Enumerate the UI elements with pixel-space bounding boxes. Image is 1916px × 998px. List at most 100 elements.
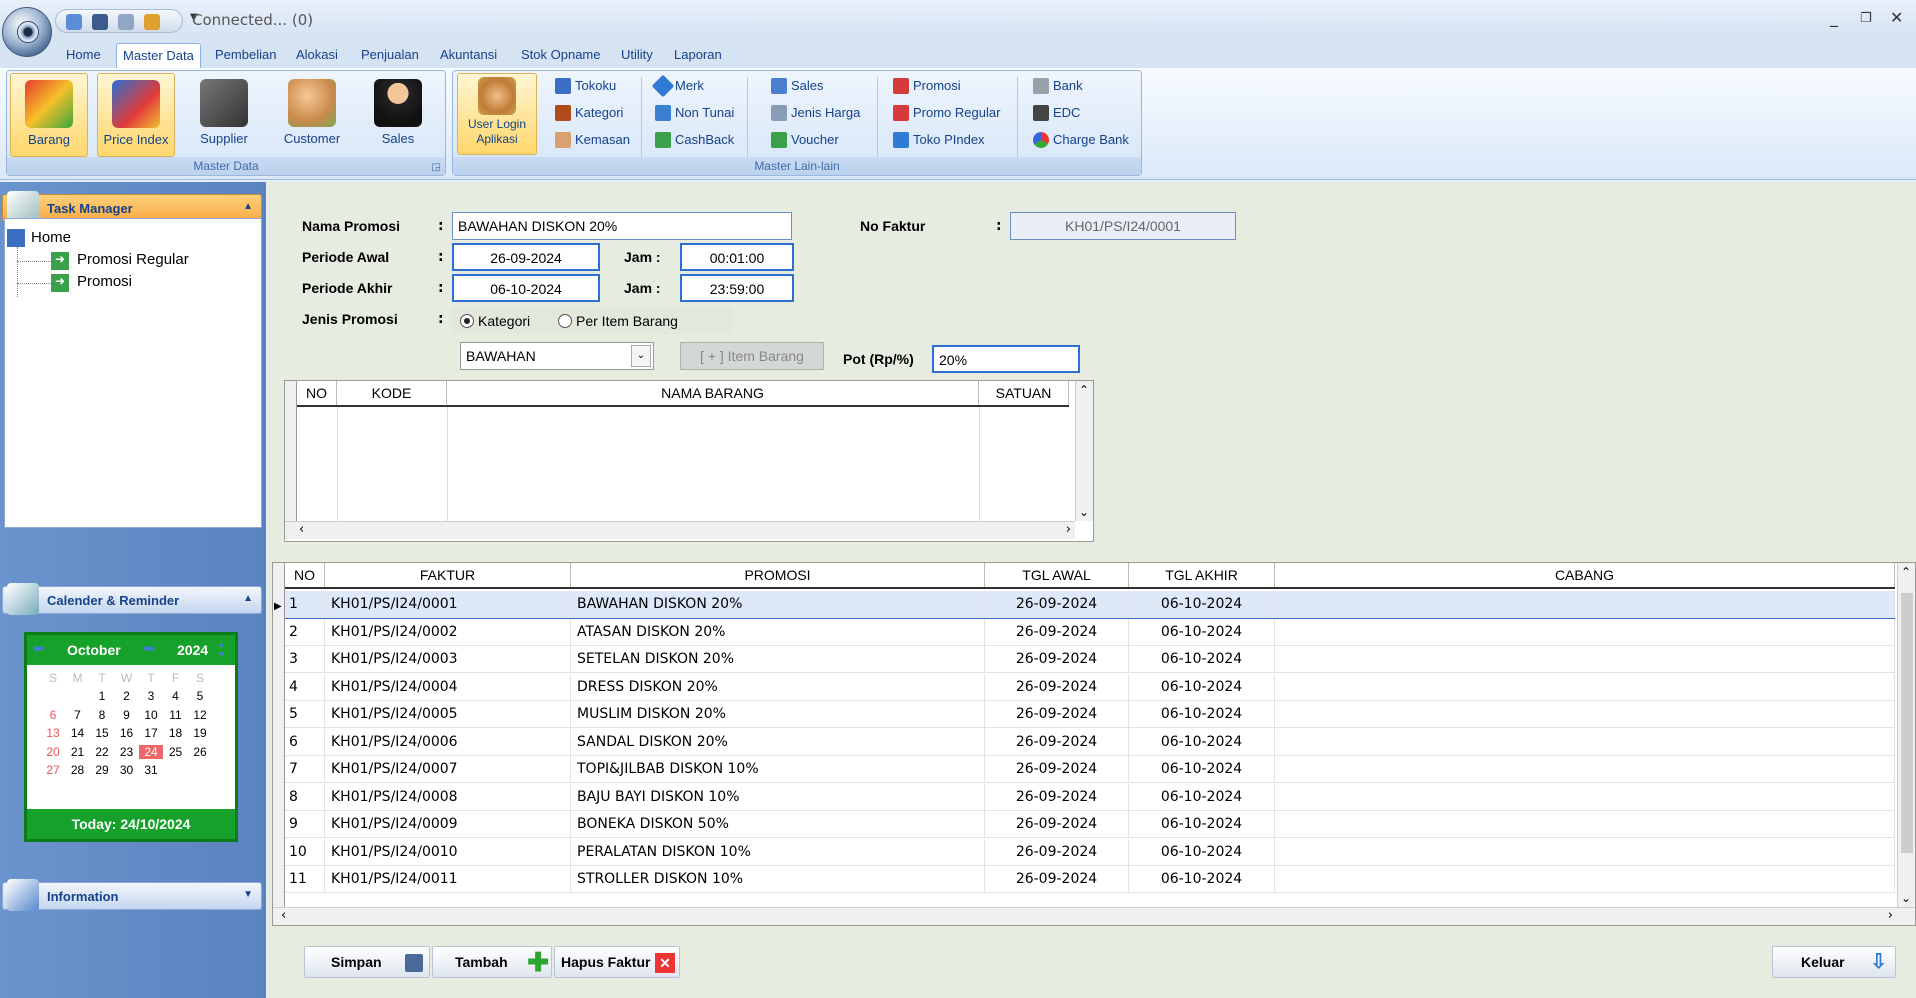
jam-awal-input[interactable]: 00:01:00 [680, 243, 794, 271]
maximize-button[interactable]: ❐ [1860, 11, 1872, 26]
table-row[interactable]: 1 KH01/PS/I24/0001 BAWAHAN DISKON 20% 26-09… [285, 591, 1895, 619]
tab-home[interactable]: Home [60, 43, 107, 68]
calendar-day[interactable]: 3 [139, 689, 163, 703]
column-header[interactable]: CABANG [1275, 563, 1895, 587]
simpan-button[interactable]: Simpan [304, 946, 430, 978]
nama-promosi-input[interactable]: BAWAHAN DISKON 20% [452, 212, 792, 240]
calendar-day[interactable]: 23 [115, 745, 139, 759]
scroll-down-icon[interactable]: ⌄ [1901, 891, 1911, 905]
column-header[interactable]: TGL AKHIR [1129, 563, 1275, 587]
non-tunai-button[interactable]: Non Tunai [653, 102, 734, 124]
table-row[interactable]: 4 KH01/PS/I24/0004 DRESS DISKON 20% 26-09-2… [285, 673, 1895, 701]
voucher-button[interactable]: Voucher [769, 129, 839, 151]
refresh-icon[interactable] [66, 14, 82, 30]
calendar-day[interactable]: 1 [90, 689, 114, 703]
calendar-day[interactable]: 10 [139, 708, 163, 722]
chevron-down-icon[interactable]: ⌄ [631, 345, 651, 367]
calendar-day[interactable]: 12 [188, 708, 212, 722]
promosi-button[interactable]: Promosi [891, 75, 961, 97]
item-barang-button[interactable]: [ + ] Item Barang [680, 342, 824, 370]
table-row[interactable]: 5 KH01/PS/I24/0005 MUSLIM DISKON 20% 26-09-… [285, 701, 1895, 728]
column-header[interactable]: TGL AWAL [985, 563, 1129, 587]
table-row[interactable]: 8 KH01/PS/I24/0008 BAJU BAYI DISKON 10% 26-… [285, 783, 1895, 811]
year-spinner-icon[interactable]: ▲ ▼ [217, 639, 226, 659]
prev-month-icon[interactable]: ⬅ [33, 640, 45, 657]
table-row[interactable]: 3 KH01/PS/I24/0003 SETELAN DISKON 20% 26-09… [285, 646, 1895, 673]
calendar-day[interactable]: 20 [41, 745, 65, 759]
calendar-day[interactable]: 19 [188, 726, 212, 740]
calendar-day[interactable]: 5 [188, 689, 212, 703]
merk-button[interactable]: Merk [651, 74, 704, 98]
calendar-day[interactable]: 14 [66, 726, 90, 740]
kategori-button[interactable]: Kategori [553, 102, 623, 124]
table-row[interactable]: 7 KH01/PS/I24/0007 TOPI&JILBAB DISKON 10% 2… [285, 756, 1895, 783]
tab-alokasi[interactable]: Alokasi [290, 43, 344, 68]
calendar-day[interactable]: 26 [188, 745, 212, 759]
scroll-up-icon[interactable]: ⌃ [1901, 565, 1911, 579]
column-header[interactable]: NAMA BARANG [447, 381, 979, 405]
app-orb-button[interactable] [2, 7, 52, 57]
periode-akhir-input[interactable]: 06-10-2024 [452, 274, 600, 302]
calendar-day[interactable]: 31 [139, 763, 163, 777]
user-icon[interactable] [144, 14, 160, 30]
column-header[interactable]: KODE [337, 381, 447, 405]
calendar-day[interactable]: 7 [66, 708, 90, 722]
table-row[interactable]: 9 KH01/PS/I24/0009 BONEKA DISKON 50% 26-09-… [285, 811, 1895, 838]
table-row[interactable]: 2 KH01/PS/I24/0002 ATASAN DISKON 20% 26-09-… [285, 618, 1895, 646]
sales-master-button[interactable]: Sales [769, 75, 824, 97]
promo-regular-button[interactable]: Promo Regular [891, 102, 1000, 124]
column-header[interactable]: NO [285, 563, 325, 587]
close-button[interactable]: ✕ [1890, 8, 1903, 27]
tree-item-promosi[interactable]: Promosi [77, 273, 132, 290]
pot-input[interactable]: 20% [932, 345, 1080, 373]
calendar-day[interactable]: 28 [66, 763, 90, 777]
supplier-button[interactable]: Supplier [185, 73, 263, 157]
expand-icon[interactable]: ▼ [243, 889, 253, 900]
customer-button[interactable]: Customer [273, 73, 351, 157]
calendar-day[interactable]: 21 [66, 745, 90, 759]
table-row[interactable]: 6 KH01/PS/I24/0006 SANDAL DISKON 20% 26-09-… [285, 728, 1895, 756]
radio-per-item-barang[interactable]: Per Item Barang [558, 313, 678, 329]
calendar-day[interactable]: 6 [41, 708, 65, 722]
tree-item-promosi-regular[interactable]: Promosi Regular [77, 251, 189, 268]
hapus-faktur-button[interactable]: Hapus Faktur ✕ [554, 946, 680, 978]
scroll-thumb[interactable] [1901, 593, 1913, 853]
tab-akuntansi[interactable]: Akuntansi [434, 43, 503, 68]
charge-bank-button[interactable]: Charge Bank [1031, 129, 1129, 151]
tambah-button[interactable]: Tambah ✚ [432, 946, 552, 978]
jam-akhir-input[interactable]: 23:59:00 [680, 274, 794, 302]
tab-laporan[interactable]: Laporan [668, 43, 728, 68]
sales-button[interactable]: Sales [359, 73, 437, 157]
information-header[interactable]: Information ▼ [2, 879, 262, 911]
no-faktur-input[interactable]: KH01/PS/I24/0001 [1010, 212, 1236, 240]
column-header[interactable]: PROMOSI [571, 563, 985, 587]
tab-master-data[interactable]: Master Data [116, 43, 201, 68]
table-row[interactable]: 11 KH01/PS/I24/0011 STROLLER DISKON 10% 26-… [285, 866, 1895, 893]
edc-button[interactable]: EDC [1031, 102, 1080, 124]
price-index-button[interactable]: Price Index [97, 73, 175, 157]
scroll-down-icon[interactable]: ⌄ [1079, 505, 1089, 519]
periode-awal-input[interactable]: 26-09-2024 [452, 243, 600, 271]
calendar-day[interactable]: 4 [164, 689, 188, 703]
barang-button[interactable]: Barang [10, 73, 88, 157]
calendar-day[interactable]: 16 [115, 726, 139, 740]
calendar-day[interactable]: 22 [90, 745, 114, 759]
calendar-day[interactable]: 18 [164, 726, 188, 740]
collapse-icon[interactable]: ▲ [243, 593, 253, 604]
horizontal-scrollbar[interactable]: ‹ › [285, 521, 1075, 539]
calendar-day[interactable]: 30 [115, 763, 139, 777]
table-row[interactable]: 10 KH01/PS/I24/0010 PERALATAN DISKON 10% 26… [285, 838, 1895, 866]
tab-pembelian[interactable]: Pembelian [209, 43, 282, 68]
save-icon[interactable] [92, 14, 108, 30]
column-header[interactable]: SATUAN [979, 381, 1069, 405]
tab-utility[interactable]: Utility [615, 43, 659, 68]
cashback-button[interactable]: CashBack [653, 129, 734, 151]
calendar-day[interactable]: 8 [90, 708, 114, 722]
tree-item-home[interactable]: Home [31, 229, 71, 246]
collapse-icon[interactable]: ▲ [243, 201, 253, 212]
horizontal-scrollbar[interactable]: ‹ › [273, 907, 1915, 925]
bank-button[interactable]: Bank [1031, 75, 1083, 97]
tokoku-button[interactable]: Tokoku [553, 75, 616, 97]
scroll-left-icon[interactable]: ‹ [299, 522, 304, 537]
tab-penjualan[interactable]: Penjualan [355, 43, 425, 68]
